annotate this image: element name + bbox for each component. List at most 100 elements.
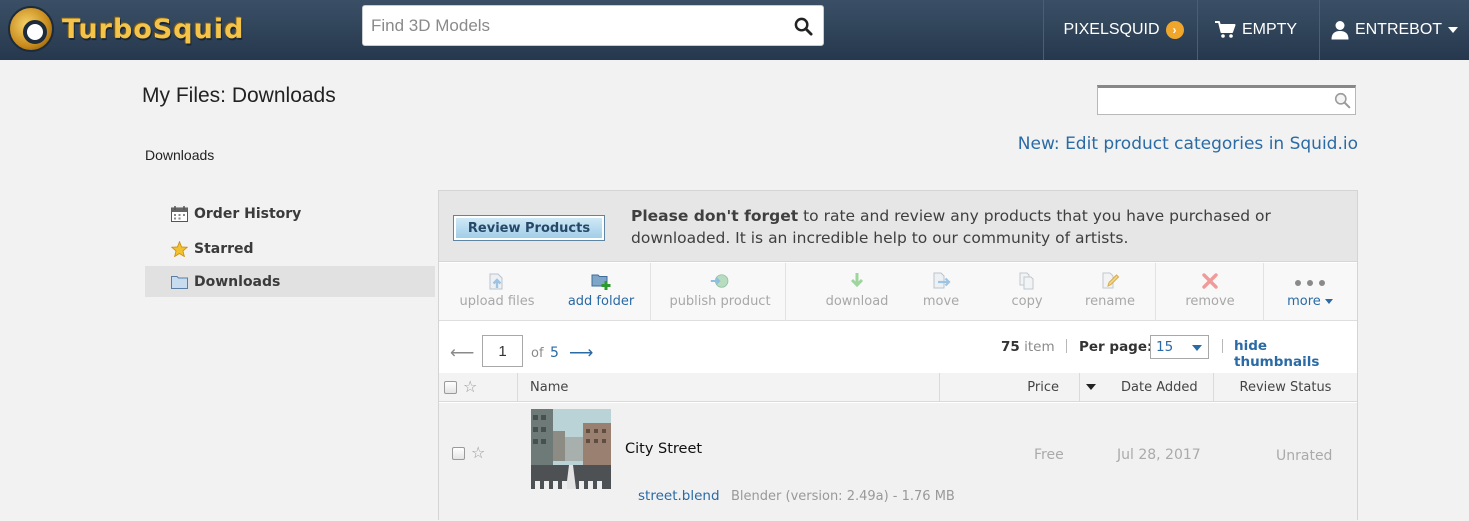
star-outline-icon[interactable]: ☆ — [463, 379, 477, 395]
caret-down-icon — [1448, 27, 1459, 33]
hide-thumbnails-link[interactable]: hide thumbnails — [1234, 338, 1357, 370]
sidebar-item-label: Starred — [194, 240, 254, 257]
squid-logo-icon — [8, 6, 54, 52]
upload-icon — [489, 273, 503, 290]
user-icon — [1331, 21, 1349, 40]
column-review-status[interactable]: Review Status — [1213, 373, 1357, 402]
tool-label: remove — [1185, 294, 1235, 309]
product-date-added: Jul 28, 2017 — [1117, 447, 1201, 463]
row-checkbox[interactable] — [452, 447, 465, 460]
column-date-label: Date Added — [1121, 380, 1198, 395]
sidebar-item-downloads[interactable]: Downloads — [145, 266, 435, 297]
notice-emphasis: Please don't forget — [631, 207, 799, 225]
rename-button[interactable]: rename — [1079, 263, 1141, 321]
select-all-checkbox[interactable] — [444, 381, 457, 394]
remove-icon — [1202, 273, 1218, 289]
tool-label: copy — [1011, 294, 1043, 309]
review-notice: Review Products Please don't forget to r… — [439, 191, 1357, 262]
sidebar-item-starred[interactable]: Starred — [145, 233, 435, 264]
per-page-select[interactable]: 15 — [1150, 335, 1209, 359]
file-download-link[interactable]: street.blend — [638, 488, 720, 504]
column-price[interactable]: Price — [939, 373, 1079, 402]
more-label: more — [1287, 294, 1321, 309]
column-name[interactable]: Name — [517, 373, 939, 402]
breadcrumb: Downloads — [145, 147, 215, 163]
caret-down-icon — [1192, 345, 1202, 351]
page-number-input[interactable] — [482, 335, 523, 367]
next-page-arrow-icon[interactable]: ⟶ — [569, 343, 593, 363]
page-title: My Files: Downloads — [142, 84, 336, 107]
files-search-box[interactable] — [1097, 85, 1356, 115]
brand-name: TurboSquid — [62, 13, 245, 45]
tool-label: upload files — [459, 294, 535, 309]
file-meta: Blender (version: 2.49a) - 1.76 MB — [731, 489, 955, 504]
move-button[interactable]: move — [913, 263, 969, 321]
cart-icon — [1214, 21, 1236, 38]
more-dots-icon — [1295, 280, 1325, 286]
file-toolbar: upload files add folder publish product … — [439, 263, 1357, 321]
toolbar-divider — [650, 263, 651, 321]
toolbar-divider — [785, 263, 786, 321]
product-price: Free — [1034, 447, 1064, 463]
chevron-right-icon: › — [1165, 21, 1184, 39]
sidebar-item-label: Order History — [194, 205, 302, 222]
add-folder-icon — [591, 274, 611, 290]
publish-product-button[interactable]: publish product — [661, 263, 779, 321]
caret-down-icon — [1324, 299, 1333, 304]
copy-button[interactable]: copy — [999, 263, 1055, 321]
column-date-added[interactable]: Date Added — [1079, 373, 1213, 402]
divider — [1222, 339, 1223, 353]
model-search-input[interactable] — [371, 15, 771, 37]
nav-user-menu[interactable]: ENTREBOT — [1319, 0, 1469, 60]
table-header: ☆ Name Price Date Added Review Status — [439, 373, 1357, 402]
nav-pixelsquid[interactable]: PIXELSQUID › — [1043, 0, 1197, 60]
per-page-value: 15 — [1156, 339, 1174, 355]
pixelsquid-label: PIXELSQUID — [1063, 21, 1160, 38]
download-icon — [850, 273, 864, 288]
total-pages-link[interactable]: 5 — [550, 345, 559, 361]
cart-label: EMPTY — [1241, 21, 1298, 38]
sidebar-item-label: Downloads — [194, 273, 281, 290]
search-icon[interactable] — [794, 17, 813, 36]
more-menu-button[interactable]: more — [1275, 263, 1345, 321]
item-count-value: 75 — [1001, 339, 1020, 355]
per-page-label: Per page: — [1079, 339, 1153, 355]
toolbar-divider — [1155, 263, 1156, 321]
of-label: of — [531, 346, 544, 361]
user-name: ENTREBOT — [1354, 21, 1443, 38]
tool-label: more — [1287, 294, 1333, 309]
nav-cart[interactable]: EMPTY — [1197, 0, 1319, 60]
tool-label: download — [825, 294, 889, 309]
star-icon — [170, 240, 188, 257]
toolbar-divider — [1263, 263, 1264, 321]
notice-text: Please don't forget to rate and review a… — [631, 205, 1331, 249]
search-icon[interactable] — [1334, 92, 1351, 109]
add-folder-button[interactable]: add folder — [559, 263, 643, 321]
download-button[interactable]: download — [817, 263, 897, 321]
publish-icon — [710, 274, 729, 288]
tool-label: add folder — [567, 294, 635, 309]
top-header: TurboSquid PIXELSQUID › EMPTY ENTREBOT — [0, 0, 1469, 60]
calendar-icon — [170, 205, 188, 222]
upload-files-button[interactable]: upload files — [453, 263, 541, 321]
product-name[interactable]: City Street — [625, 441, 702, 457]
product-thumbnail[interactable] — [531, 409, 611, 489]
files-panel: Review Products Please don't forget to r… — [438, 190, 1358, 521]
divider — [1066, 339, 1067, 353]
prev-page-arrow-icon[interactable]: ⟵ — [450, 343, 474, 363]
tool-label: publish product — [669, 294, 771, 309]
turbosquid-logo[interactable]: TurboSquid — [8, 4, 298, 54]
tool-label: move — [922, 294, 960, 309]
announcement-link[interactable]: New: Edit product categories in Squid.io — [1018, 134, 1358, 154]
sort-desc-icon — [1086, 384, 1096, 390]
star-outline-icon[interactable]: ☆ — [471, 445, 485, 461]
folder-icon — [170, 274, 188, 290]
tool-label: rename — [1085, 294, 1135, 309]
review-products-button[interactable]: Review Products — [453, 215, 605, 241]
sidebar-item-order-history[interactable]: Order History — [145, 198, 435, 229]
item-count-label: item — [1024, 339, 1055, 355]
model-search-box — [362, 5, 824, 46]
remove-button[interactable]: remove — [1175, 263, 1245, 321]
rename-icon — [1102, 272, 1120, 289]
table-row[interactable]: ☆ City Street Free Jul 28, 2017 Unrated — [439, 403, 1357, 521]
